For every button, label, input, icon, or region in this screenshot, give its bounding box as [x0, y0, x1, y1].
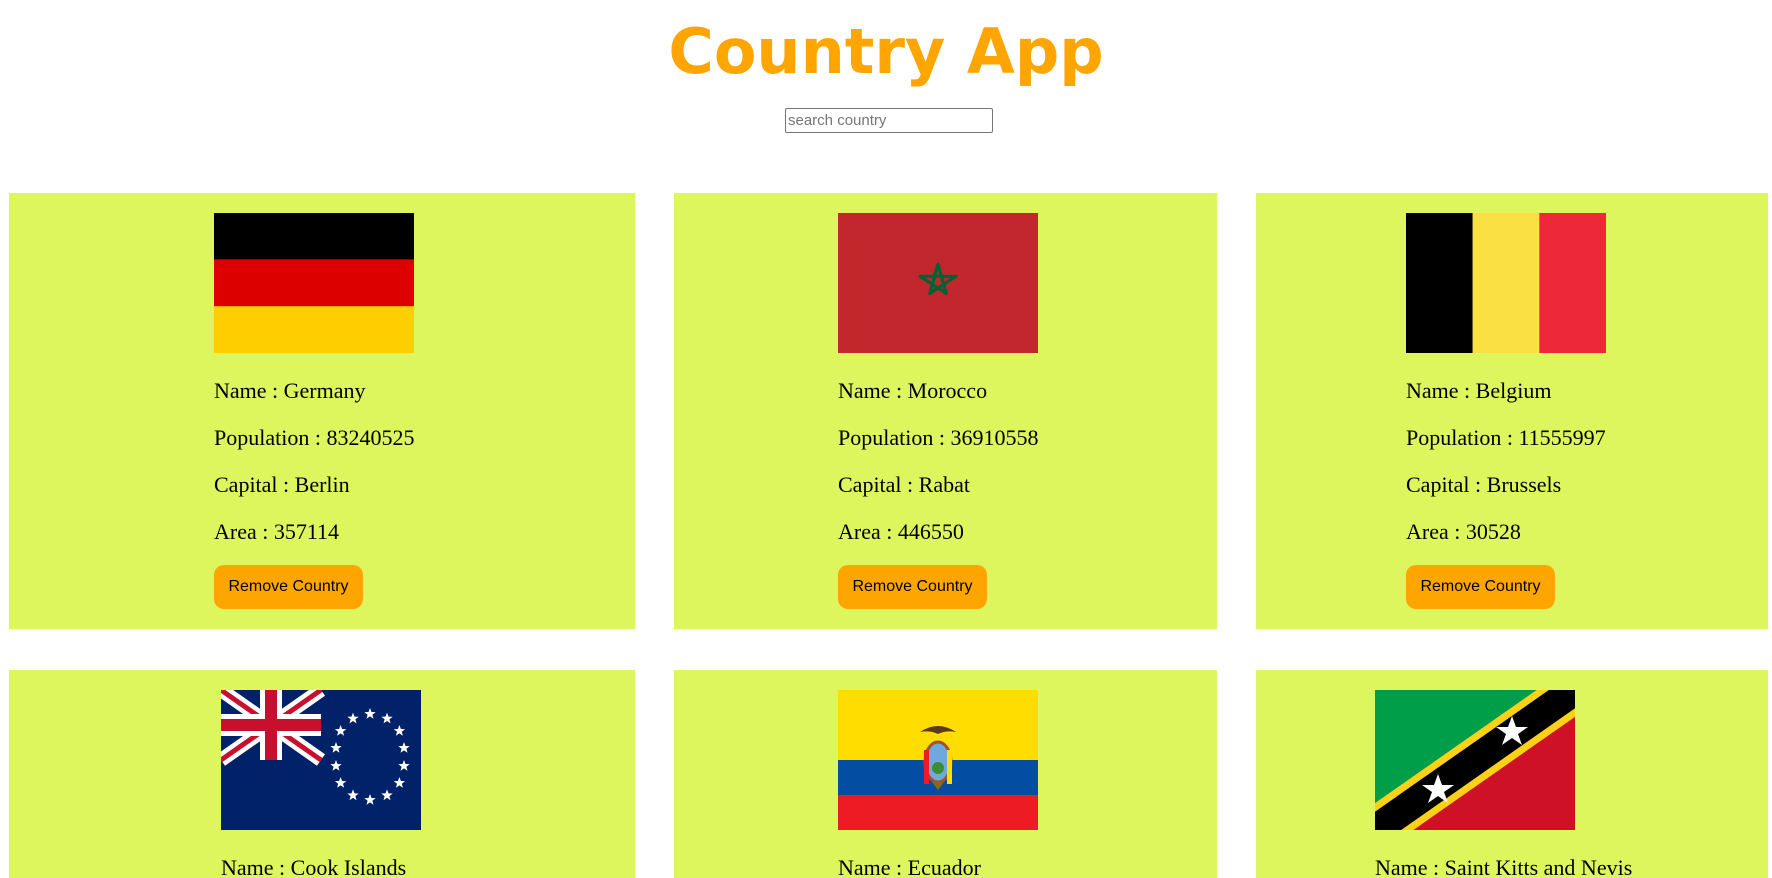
country-card: Name : Germany Population : 83240525 Cap…	[9, 193, 635, 629]
country-card: Name : Morocco Population : 36910558 Cap…	[674, 193, 1217, 629]
country-card: Name : Cook Islands	[9, 670, 635, 878]
page-title: Country App	[668, 15, 1104, 88]
ecuador-flag-icon	[838, 690, 1038, 830]
country-area: Area : 446550	[838, 519, 964, 544]
remove-country-button[interactable]: Remove Country	[1406, 565, 1555, 609]
country-capital: Capital : Berlin	[214, 472, 350, 497]
country-card: Name : Ecuador	[674, 670, 1217, 878]
country-name: Name : Morocco	[838, 378, 988, 403]
search-input[interactable]	[785, 108, 993, 133]
morocco-flag-icon	[838, 213, 1038, 353]
country-name: Name : Saint Kitts and Nevis	[1375, 855, 1633, 878]
country-capital: Capital : Rabat	[838, 472, 970, 497]
country-name: Name : Cook Islands	[221, 855, 407, 878]
cook-islands-flag-icon	[221, 690, 421, 830]
remove-country-button[interactable]: Remove Country	[838, 565, 987, 609]
remove-country-button[interactable]: Remove Country	[214, 565, 363, 609]
country-population: Population : 11555997	[1406, 425, 1606, 450]
country-name: Name : Germany	[214, 378, 366, 403]
country-area: Area : 357114	[214, 519, 340, 544]
country-population: Population : 83240525	[214, 425, 415, 450]
saint-kitts-and-nevis-flag-icon	[1375, 690, 1575, 830]
country-card: Name : Belgium Population : 11555997 Cap…	[1256, 193, 1768, 629]
country-area: Area : 30528	[1406, 519, 1521, 544]
country-population: Population : 36910558	[838, 425, 1039, 450]
country-name: Name : Ecuador	[838, 855, 981, 878]
country-name: Name : Belgium	[1406, 378, 1552, 403]
belgium-flag-icon	[1406, 213, 1606, 353]
country-capital: Capital : Brussels	[1406, 472, 1562, 497]
germany-flag-icon	[214, 213, 414, 353]
country-card: Name : Saint Kitts and Nevis	[1256, 670, 1768, 878]
